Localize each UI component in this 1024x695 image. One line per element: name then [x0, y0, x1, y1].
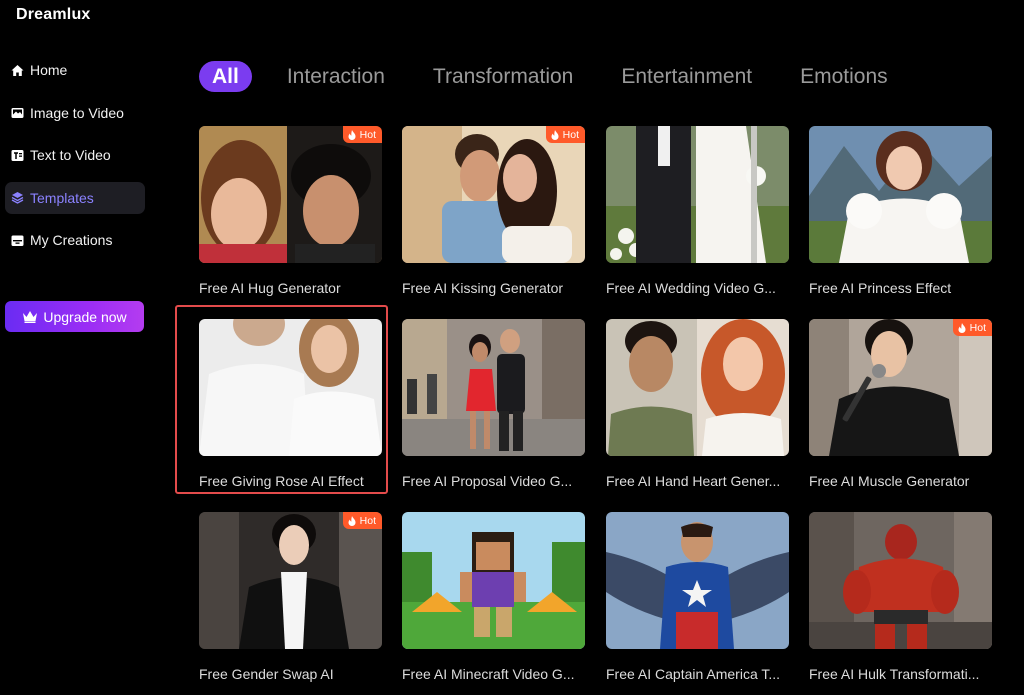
template-thumbnail: Hot [199, 512, 382, 649]
template-card-hulk[interactable]: Free AI Hulk Transformati... [809, 512, 992, 682]
template-thumbnail [606, 319, 789, 456]
template-thumbnail [199, 319, 382, 456]
template-title: Free AI Hulk Transformati... [809, 666, 980, 682]
sidebar-item-text-to-video[interactable]: Text to Video [5, 139, 145, 171]
hot-badge: Hot [342, 126, 382, 143]
hot-label: Hot [359, 128, 376, 141]
app-logo[interactable]: Dreamlux [16, 6, 91, 24]
template-card-minecraft[interactable]: Free AI Minecraft Video G... [402, 512, 585, 682]
template-card-giving-rose[interactable]: Free Giving Rose AI Effect [199, 319, 382, 489]
template-card-gender-swap[interactable]: Hot Free Gender Swap AI [199, 512, 382, 682]
template-title: Free AI Hug Generator [199, 280, 341, 296]
template-thumbnail [606, 126, 789, 263]
template-title: Free AI Captain America T... [606, 666, 781, 682]
sidebar-item-label: Text to Video [30, 147, 111, 163]
tab-transformation[interactable]: Transformation [433, 65, 573, 89]
template-thumbnail [809, 126, 992, 263]
tab-interaction[interactable]: Interaction [287, 65, 385, 89]
template-card-princess[interactable]: Free AI Princess Effect [809, 126, 992, 296]
category-tabs: All Interaction Transformation Entertain… [199, 61, 936, 92]
sidebar-item-label: Home [30, 62, 68, 78]
template-thumbnail [402, 512, 585, 649]
template-card-hand-heart[interactable]: Free AI Hand Heart Gener... [606, 319, 789, 489]
tab-entertainment[interactable]: Entertainment [621, 65, 752, 89]
sidebar-item-templates[interactable]: Templates [5, 181, 145, 214]
hot-badge: Hot [952, 319, 992, 336]
hot-badge: Hot [342, 512, 382, 529]
sidebar-item-my-creations[interactable]: My Creations [5, 224, 145, 256]
template-card-hug[interactable]: Hot Free AI Hug Generator [199, 126, 382, 296]
template-thumbnail [809, 512, 992, 649]
tab-emotions[interactable]: Emotions [800, 65, 888, 89]
hot-badge: Hot [545, 126, 585, 143]
template-thumbnail [606, 512, 789, 649]
template-title: Free AI Muscle Generator [809, 473, 970, 489]
home-icon [11, 64, 24, 77]
template-title: Free AI Kissing Generator [402, 280, 564, 296]
template-title: Free Giving Rose AI Effect [199, 473, 364, 489]
sidebar-item-image-to-video[interactable]: Image to Video [5, 97, 145, 129]
template-card-muscle[interactable]: Hot Free AI Muscle Generator [809, 319, 992, 489]
hot-label: Hot [562, 128, 579, 141]
template-title: Free AI Wedding Video G... [606, 280, 776, 296]
template-card-proposal[interactable]: Free AI Proposal Video G... [402, 319, 585, 489]
template-card-captain-america[interactable]: Free AI Captain America T... [606, 512, 789, 682]
upgrade-label: Upgrade now [43, 308, 127, 325]
tab-all[interactable]: All [199, 61, 252, 92]
template-thumbnail: Hot [199, 126, 382, 263]
sidebar-item-label: Image to Video [30, 104, 124, 121]
template-card-wedding[interactable]: Free AI Wedding Video G... [606, 126, 789, 296]
fire-icon [958, 322, 966, 333]
fire-icon [551, 129, 559, 140]
template-thumbnail: Hot [809, 319, 992, 456]
template-thumbnail [402, 319, 585, 456]
template-title: Free AI Hand Heart Gener... [606, 473, 781, 489]
fire-icon [348, 515, 356, 526]
crown-icon [22, 310, 38, 323]
hot-label: Hot [969, 321, 986, 334]
hot-label: Hot [359, 514, 376, 527]
template-title: Free AI Minecraft Video G... [402, 666, 575, 682]
template-card-kissing[interactable]: Hot Free AI Kissing Generator [402, 126, 585, 296]
text-icon [11, 149, 24, 162]
layers-icon [11, 191, 24, 204]
sidebar-nav: Home Image to Video Text to Video Templa… [5, 54, 145, 267]
sidebar-item-label: Templates [30, 189, 94, 206]
template-title: Free AI Princess Effect [809, 280, 952, 296]
upgrade-button[interactable]: Upgrade now [5, 301, 144, 332]
image-icon [11, 106, 24, 119]
sidebar-item-label: My Creations [30, 232, 113, 248]
sidebar-item-home[interactable]: Home [5, 54, 145, 86]
fire-icon [348, 129, 356, 140]
template-title: Free AI Proposal Video G... [402, 473, 573, 489]
template-thumbnail: Hot [402, 126, 585, 263]
template-title: Free Gender Swap AI [199, 666, 334, 682]
folder-icon [11, 234, 24, 247]
